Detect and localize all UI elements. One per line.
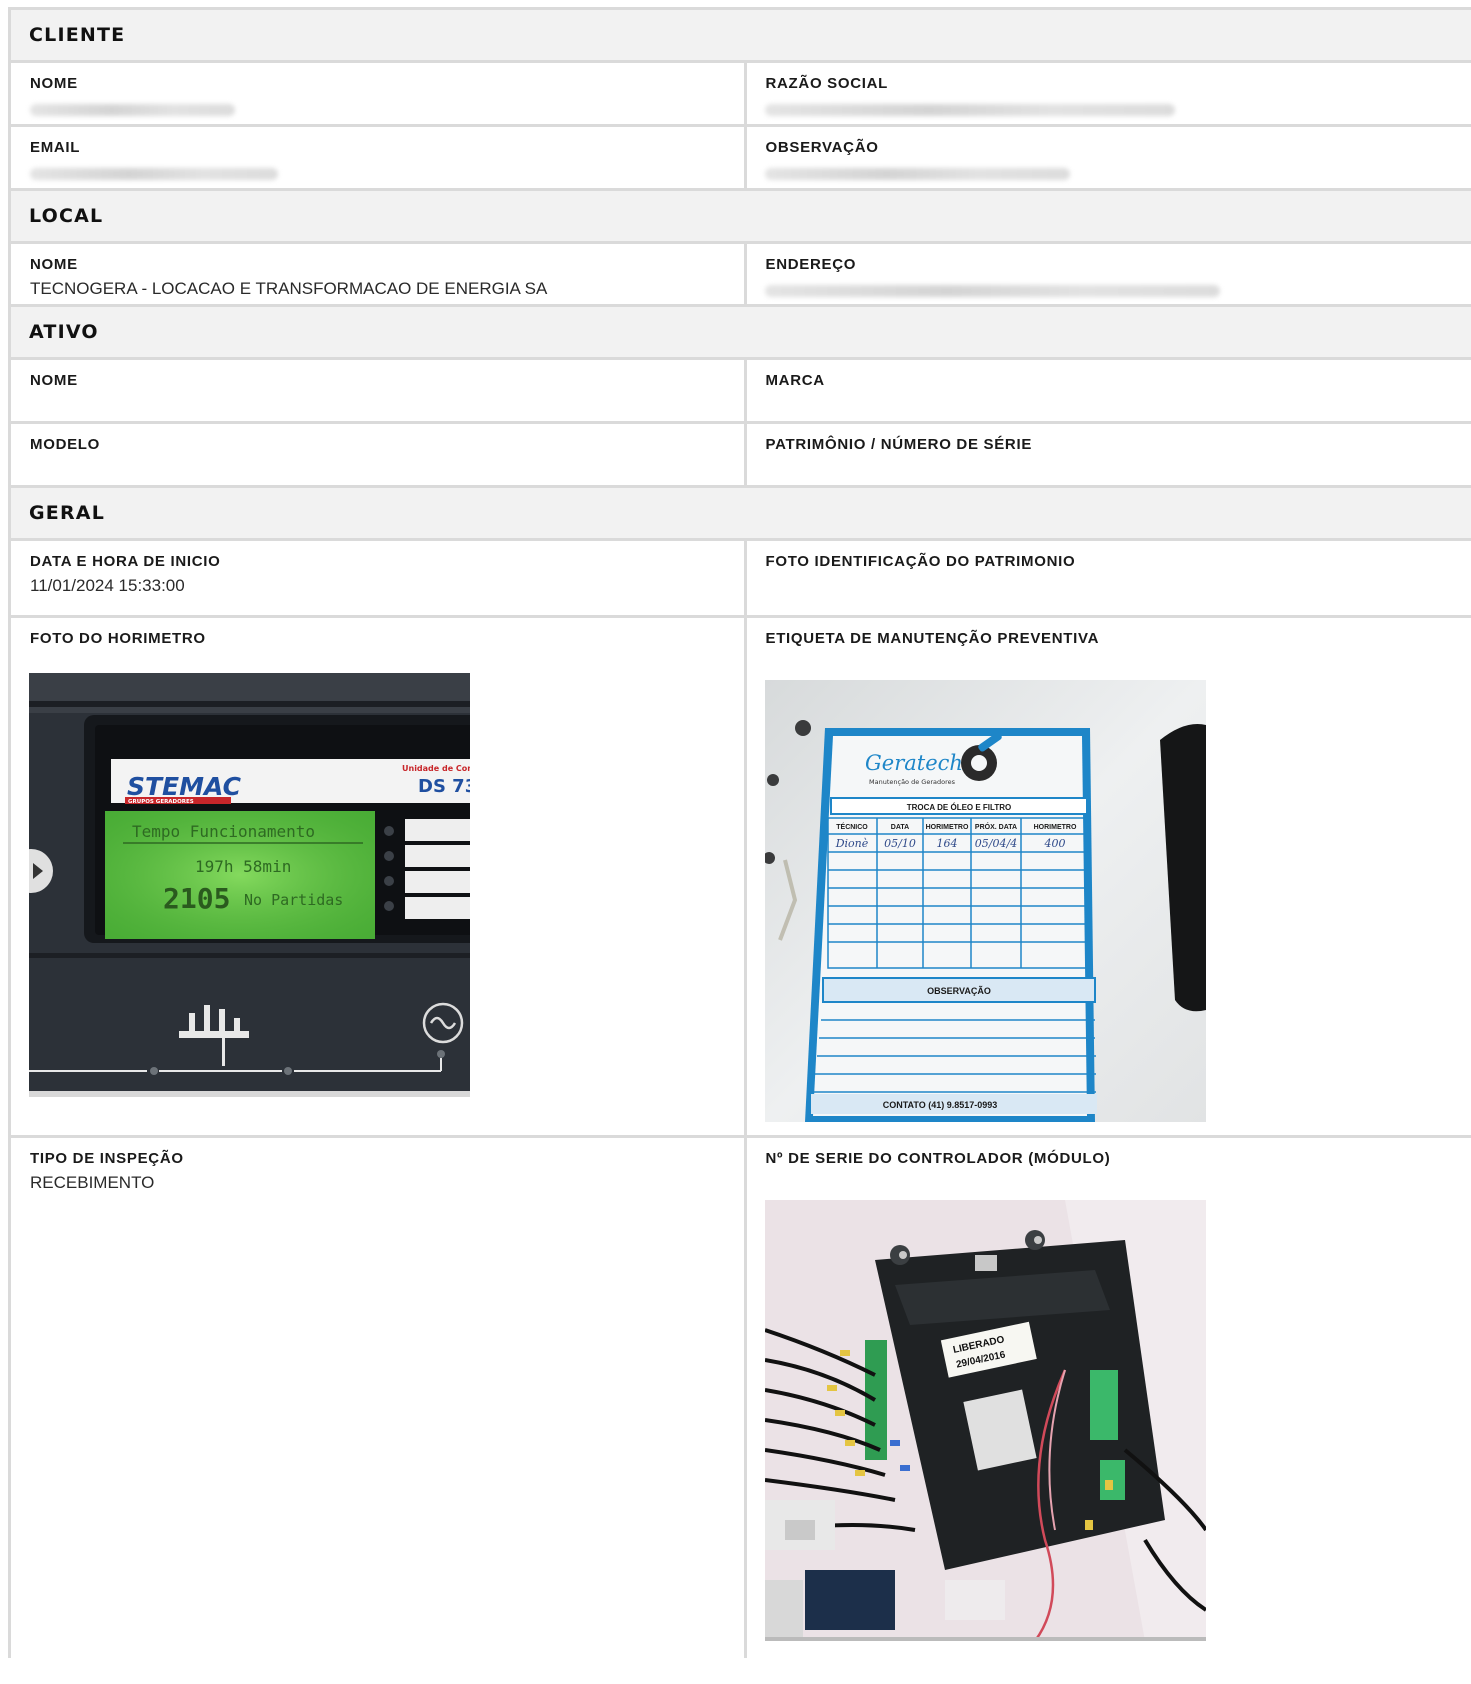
field-label: FOTO IDENTIFICAÇÃO DO PATRIMONIO (765, 553, 1076, 570)
stemac-sub-text: GRUPOS GERADORES (128, 799, 194, 805)
cell-prox-data: 05/04/4 (975, 837, 1017, 850)
unit-label-text: Unidade de Con (402, 764, 470, 773)
field-label: ETIQUETA DE MANUTENÇÃO PREVENTIVA (765, 630, 1100, 647)
redacted-value (765, 168, 1071, 180)
field-value: RECEBIMENTO (30, 1173, 155, 1192)
geral-row-1: DATA E HORA DE INICIO 11/01/2024 15:33:0… (11, 541, 1471, 618)
section-local-title: LOCAL (29, 205, 104, 227)
field-label: PATRIMÔNIO / NÚMERO DE SÉRIE (765, 436, 1033, 453)
etiqueta-photo[interactable]: Geratech Manutenção de Geradores TROCA D… (765, 680, 1207, 1122)
field-label: RAZÃO SOCIAL (765, 75, 889, 92)
field-cliente-email: EMAIL (11, 127, 744, 188)
etiqueta-obs-label: OBSERVAÇÃO (928, 986, 992, 996)
section-cliente-title: CLIENTE (29, 24, 126, 46)
geratech-logo-text: Geratech (865, 751, 963, 775)
etiqueta-contato: CONTATO (41) 9.8517-0993 (883, 1100, 998, 1110)
section-cliente-header: CLIENTE (11, 10, 1471, 63)
field-label: MODELO (30, 436, 101, 453)
lcd-line2: 197h 58min (195, 857, 291, 876)
col-data: DATA (891, 824, 909, 831)
field-value: 11/01/2024 15:33:00 (30, 576, 185, 595)
field-etiqueta-manutencao: ETIQUETA DE MANUTENÇÃO PREVENTIVA Gerate… (744, 618, 1471, 1135)
field-label: FOTO DO HORIMETRO (30, 630, 206, 647)
cliente-row-2: EMAIL OBSERVAÇÃO (11, 127, 1471, 191)
field-label: OBSERVAÇÃO (765, 139, 879, 156)
section-ativo-title: ATIVO (29, 321, 99, 343)
ativo-row-1: NOME MARCA (11, 360, 1471, 424)
controlador-photo-image: LIBERADO 29/04/2016 (765, 1200, 1207, 1641)
cell-horimetro-2: 400 (1044, 837, 1066, 850)
field-cliente-observacao: OBSERVAÇÃO (744, 127, 1471, 188)
field-foto-horimetro: FOTO DO HORIMETRO STEMAC GRUPOS GERADORE… (11, 618, 744, 1135)
cell-tecnico: Dionè (835, 837, 869, 850)
field-label: NOME (30, 372, 78, 389)
model-text: DS 73 (418, 776, 470, 797)
field-value: TECNOGERA - LOCACAO E TRANSFORMACAO DE E… (30, 279, 548, 298)
field-ativo-modelo: MODELO (11, 424, 744, 485)
horimetro-photo-image: STEMAC GRUPOS GERADORES Unidade de Con D… (29, 673, 470, 1097)
geratech-sub-text: Manutenção de Geradores (869, 778, 956, 786)
field-label: ENDEREÇO (765, 256, 857, 273)
field-foto-patrimonio: FOTO IDENTIFICAÇÃO DO PATRIMONIO (744, 541, 1471, 615)
field-serie-controlador: Nº DE SERIE DO CONTROLADOR (MÓDULO) LIBE… (744, 1138, 1471, 1658)
field-data-hora-inicio: DATA E HORA DE INICIO 11/01/2024 15:33:0… (11, 541, 744, 615)
etiqueta-photo-image: Geratech Manutenção de Geradores TROCA D… (765, 680, 1207, 1122)
field-tipo-inspecao: TIPO DE INSPEÇÃO RECEBIMENTO (11, 1138, 744, 1658)
col-prox-data: PRÓX. DATA (975, 822, 1017, 831)
section-geral-header: GERAL (11, 488, 1471, 541)
section-local-header: LOCAL (11, 191, 1471, 244)
horimetro-photo[interactable]: STEMAC GRUPOS GERADORES Unidade de Con D… (29, 673, 470, 1097)
lcd-number: 2105 (163, 882, 230, 915)
geral-row-2: FOTO DO HORIMETRO STEMAC GRUPOS GERADORE… (11, 618, 1471, 1138)
section-geral-title: GERAL (29, 502, 106, 524)
field-label: NOME (30, 256, 78, 273)
cell-data: 05/10 (885, 837, 917, 850)
local-row-1: NOME TECNOGERA - LOCACAO E TRANSFORMACAO… (11, 244, 1471, 307)
inspection-report: CLIENTE NOME RAZÃO SOCIAL EMAIL OBSERVAÇ… (8, 7, 1471, 1658)
redacted-value (30, 168, 278, 180)
field-label: TIPO DE INSPEÇÃO (30, 1150, 184, 1167)
field-label: Nº DE SERIE DO CONTROLADOR (MÓDULO) (765, 1150, 1111, 1167)
field-label: MARCA (765, 372, 825, 389)
col-horimetro-2: HORIMETRO (1034, 824, 1077, 831)
col-tecnico: TÉCNICO (837, 822, 869, 831)
field-ativo-marca: MARCA (744, 360, 1471, 421)
lcd-line1: Tempo Funcionamento (132, 822, 315, 841)
redacted-value (30, 104, 235, 116)
cliente-row-1: NOME RAZÃO SOCIAL (11, 63, 1471, 127)
etiqueta-title: TROCA DE ÓLEO E FILTRO (907, 803, 1011, 812)
field-cliente-razao-social: RAZÃO SOCIAL (744, 63, 1471, 124)
field-ativo-patrimonio: PATRIMÔNIO / NÚMERO DE SÉRIE (744, 424, 1471, 485)
geral-row-3: TIPO DE INSPEÇÃO RECEBIMENTO Nº DE SERIE… (11, 1138, 1471, 1658)
field-local-nome: NOME TECNOGERA - LOCACAO E TRANSFORMACAO… (11, 244, 744, 304)
field-label: EMAIL (30, 139, 81, 156)
controlador-photo[interactable]: LIBERADO 29/04/2016 (765, 1200, 1207, 1641)
field-label: DATA E HORA DE INICIO (30, 553, 221, 570)
redacted-value (765, 104, 1176, 116)
redacted-value (765, 285, 1221, 297)
section-ativo-header: ATIVO (11, 307, 1471, 360)
lcd-line3: No Partidas (244, 891, 343, 909)
field-label: NOME (30, 75, 78, 92)
stemac-logo-text: STEMAC (127, 772, 242, 801)
col-horimetro: HORIMETRO (926, 824, 969, 831)
field-ativo-nome: NOME (11, 360, 744, 421)
field-local-endereco: ENDEREÇO (744, 244, 1471, 304)
ativo-row-2: MODELO PATRIMÔNIO / NÚMERO DE SÉRIE (11, 424, 1471, 488)
field-cliente-nome: NOME (11, 63, 744, 124)
cell-horimetro: 164 (937, 837, 958, 850)
